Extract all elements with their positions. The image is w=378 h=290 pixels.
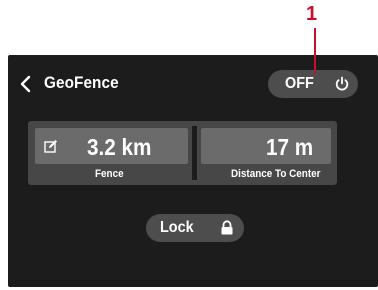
lock-label: Lock <box>160 219 194 236</box>
power-icon <box>335 76 349 91</box>
page-title: GeoFence <box>44 73 119 92</box>
edit-icon[interactable] <box>44 139 58 153</box>
distance-label: Distance To Center <box>231 168 321 180</box>
lock-icon <box>221 220 233 235</box>
toggle-label: OFF <box>285 75 314 92</box>
fence-label: Fence <box>95 168 124 180</box>
lock-button[interactable]: Lock <box>146 214 244 242</box>
geofence-toggle-button[interactable]: OFF <box>268 70 358 98</box>
chevron-left-icon <box>20 75 31 93</box>
fence-value: 3.2 km <box>87 134 152 160</box>
info-divider <box>192 126 197 180</box>
back-button[interactable] <box>16 73 36 95</box>
callout-number: 1 <box>306 3 318 25</box>
callout-line <box>314 28 316 74</box>
distance-value: 17 m <box>266 134 314 160</box>
